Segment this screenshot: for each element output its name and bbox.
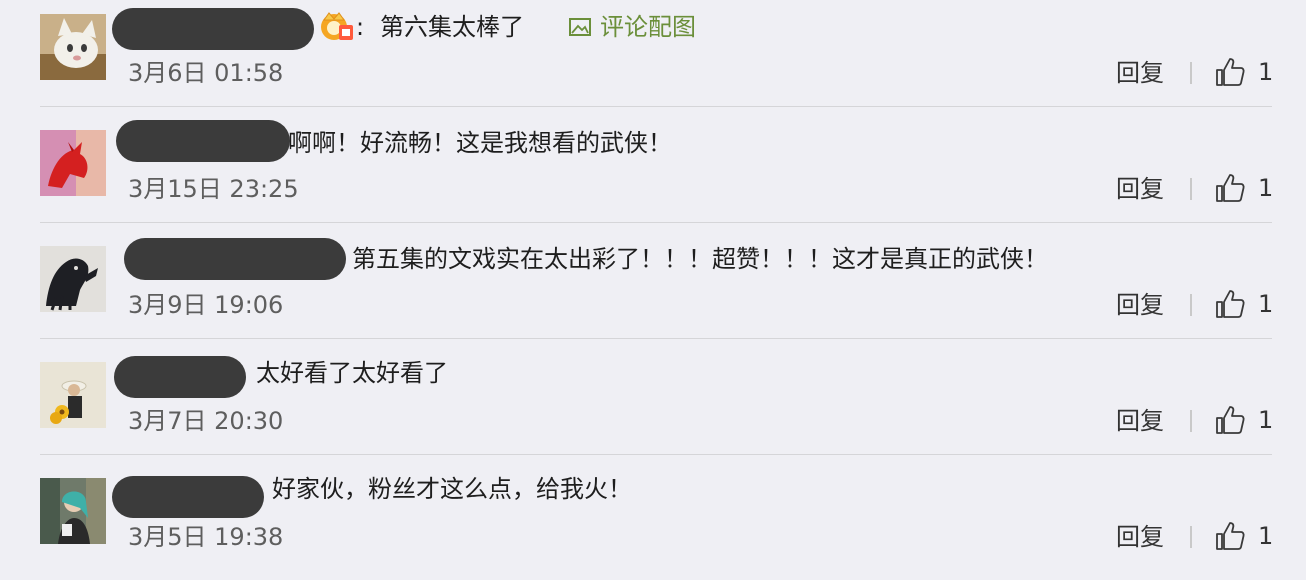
like-button[interactable]: 1: [1214, 520, 1274, 554]
comment-timestamp: 3月9日 19:06: [128, 291, 284, 319]
thumbs-up-icon: [1216, 522, 1245, 550]
like-button[interactable]: 1: [1214, 288, 1274, 322]
username-redacted[interactable]: [116, 120, 290, 162]
dark-figure-avatar-icon: [40, 246, 106, 312]
thumbs-up-icon: [1216, 174, 1245, 202]
comment-text: 好家伙，粉丝才这么点，给我火！: [272, 475, 632, 503]
red-figure-avatar-icon: [40, 130, 106, 196]
comment-text: 第六集太棒了: [380, 13, 524, 41]
comment-image-link[interactable]: 评论配图: [600, 12, 696, 42]
comment-item: 第五集的文戏实在太出彩了！！！超赞！！！这才是真正的武侠！ 3月9日 19:06…: [0, 232, 1306, 348]
thumbs-up-icon: [1216, 406, 1245, 434]
comment-timestamp: 3月7日 20:30: [128, 407, 284, 435]
reply-button[interactable]: 回复: [1116, 406, 1164, 436]
reply-button[interactable]: 回复: [1116, 290, 1164, 320]
thumbs-up-icon: [1216, 290, 1245, 318]
comment-text: 太好看了太好看了: [256, 359, 448, 387]
like-count: 1: [1258, 522, 1274, 550]
comment-divider: [40, 222, 1272, 223]
comment-item: 太好看了太好看了 3月7日 20:30 回复 1: [0, 348, 1306, 464]
action-separator: [1190, 178, 1192, 200]
username-redacted[interactable]: [112, 8, 314, 50]
like-count: 1: [1258, 174, 1274, 202]
username-redacted[interactable]: [114, 356, 246, 398]
sunflower-avatar-icon: [40, 362, 106, 428]
like-count: 1: [1258, 290, 1274, 318]
user-avatar[interactable]: [40, 246, 106, 312]
thumbs-up-icon: [1216, 58, 1245, 86]
user-avatar[interactable]: [40, 14, 106, 80]
action-separator: [1190, 294, 1192, 316]
comment-text: 第五集的文戏实在太出彩了！！！超赞！！！这才是真正的武侠！: [352, 245, 1048, 273]
reply-button[interactable]: 回复: [1116, 174, 1164, 204]
like-count: 1: [1258, 406, 1274, 434]
comment-divider: [40, 338, 1272, 339]
username-redacted[interactable]: [124, 238, 346, 280]
comment-text: 啊啊！好流畅！这是我想看的武侠！: [288, 129, 672, 157]
action-separator: [1190, 62, 1192, 84]
user-avatar[interactable]: [40, 130, 106, 196]
comment-timestamp: 3月15日 23:25: [128, 175, 299, 203]
like-button[interactable]: 1: [1214, 56, 1274, 90]
like-button[interactable]: 1: [1214, 404, 1274, 438]
comment-item: 啊啊！好流畅！这是我想看的武侠！ 3月15日 23:25 回复 1: [0, 116, 1306, 232]
comment-timestamp: 3月6日 01:58: [128, 59, 284, 87]
comment-item: : 第六集太棒了 评论配图 3月6日 01:58 回复 1: [0, 0, 1306, 116]
cat-avatar-icon: [40, 14, 106, 80]
reply-button[interactable]: 回复: [1116, 522, 1164, 552]
user-avatar[interactable]: [40, 478, 106, 544]
comment-item: 好家伙，粉丝才这么点，给我火！ 3月5日 19:38 回复 1: [0, 464, 1306, 580]
image-icon[interactable]: [568, 16, 592, 38]
person-avatar-icon: [40, 478, 106, 544]
vip-crown-icon: [321, 12, 353, 40]
reply-button[interactable]: 回复: [1116, 58, 1164, 88]
comment-timestamp: 3月5日 19:38: [128, 523, 284, 551]
like-button[interactable]: 1: [1214, 172, 1274, 206]
comment-colon: :: [356, 13, 365, 41]
action-separator: [1190, 410, 1192, 432]
username-redacted[interactable]: [112, 476, 264, 518]
comment-divider: [40, 106, 1272, 107]
user-avatar[interactable]: [40, 362, 106, 428]
action-separator: [1190, 526, 1192, 548]
comment-divider: [40, 454, 1272, 455]
like-count: 1: [1258, 58, 1274, 86]
